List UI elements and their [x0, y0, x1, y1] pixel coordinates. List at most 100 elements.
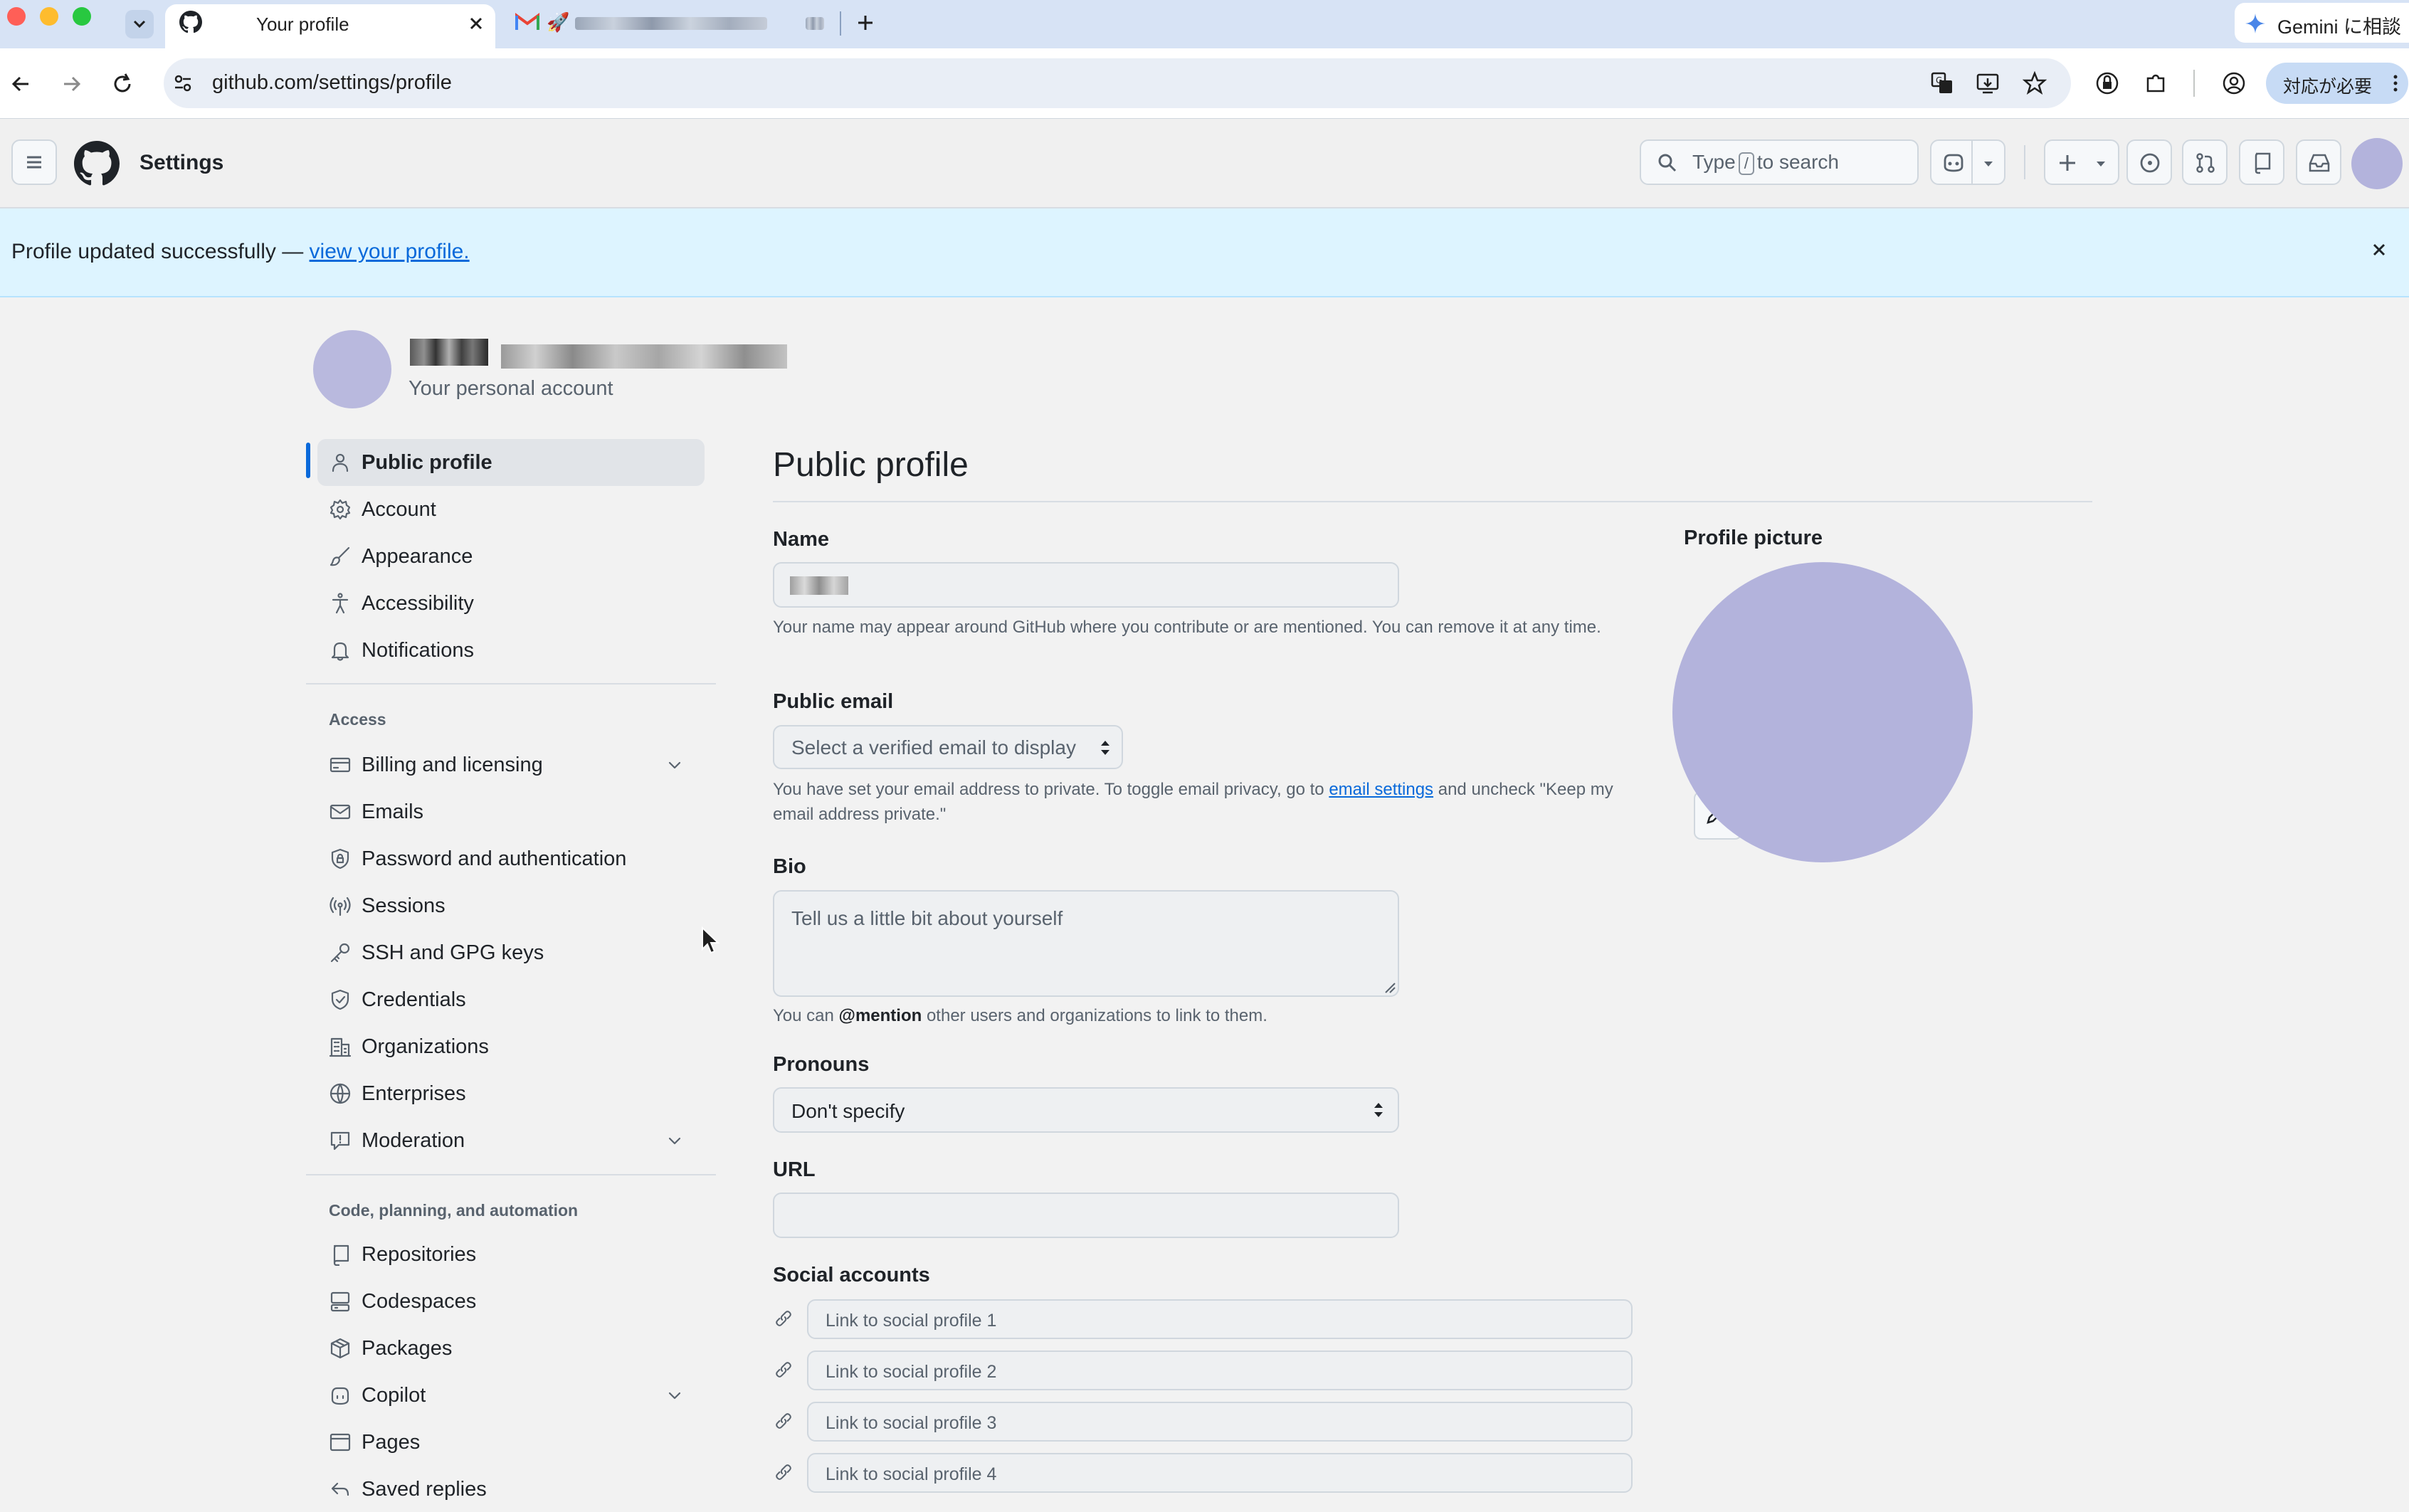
accessibility-icon-wrapper: [329, 592, 352, 615]
social-link-field[interactable]: Link to social profile 1: [807, 1299, 1633, 1339]
extension-lock-icon[interactable]: [2095, 71, 2119, 95]
url-label: URL: [773, 1158, 816, 1181]
social-link-placeholder: Link to social profile 2: [826, 1362, 997, 1382]
account-subtitle: Your personal account: [408, 377, 613, 400]
gemini-button[interactable]: Gemini に相談: [2235, 3, 2409, 43]
shield-check-icon-wrapper: [329, 988, 352, 1011]
repo-icon: [2255, 152, 2271, 174]
sidebar-item-sessions[interactable]: Sessions: [329, 883, 699, 929]
social-link-placeholder: Link to social profile 3: [826, 1413, 997, 1433]
back-arrow-icon[interactable]: [9, 71, 34, 97]
copilot-button[interactable]: [1930, 139, 2005, 185]
forward-arrow-icon[interactable]: [58, 71, 84, 97]
sidebar-item-notifications[interactable]: Notifications: [329, 628, 699, 673]
url-text[interactable]: github.com/settings/profile: [212, 71, 452, 95]
sidebar-item-public-profile[interactable]: Public profile: [329, 440, 699, 485]
redacted-tab-title: [575, 17, 767, 30]
search-input[interactable]: Type / to search: [1640, 139, 1919, 185]
install-app-icon[interactable]: [1976, 71, 2000, 95]
url-field[interactable]: [773, 1193, 1399, 1238]
sidebar-item-pages[interactable]: Pages: [329, 1420, 699, 1465]
account-avatar[interactable]: [313, 330, 391, 408]
repositories-button[interactable]: [2239, 139, 2284, 185]
reply-icon: [331, 1482, 349, 1496]
email-settings-link[interactable]: email settings: [1329, 780, 1433, 799]
name-field[interactable]: [773, 562, 1399, 608]
sidebar-item-accessibility[interactable]: Accessibility: [329, 581, 699, 626]
site-settings-icon[interactable]: [171, 71, 195, 95]
gear-icon-wrapper: [329, 498, 352, 521]
sidebar-item-appearance[interactable]: Appearance: [329, 534, 699, 579]
globe-icon-wrapper: [329, 1082, 352, 1105]
profile-icon[interactable]: [2222, 71, 2246, 95]
tab-title: Your profile: [256, 14, 349, 35]
attention-button[interactable]: 対応が必要: [2266, 63, 2408, 104]
sidebar-item-repositories[interactable]: Repositories: [329, 1232, 699, 1277]
sidebar-item-account[interactable]: Account: [329, 487, 699, 532]
bell-icon: [331, 642, 349, 661]
social-accounts-label: Social accounts: [773, 1264, 930, 1286]
github-logo-icon[interactable]: [74, 141, 120, 186]
user-avatar-button[interactable]: [2351, 138, 2403, 189]
resize-handle-icon[interactable]: [1383, 981, 1396, 994]
social-link-field[interactable]: Link to social profile 3: [807, 1402, 1633, 1442]
extensions-puzzle-icon[interactable]: [2144, 71, 2168, 95]
reload-icon[interactable]: [110, 71, 135, 97]
bookmark-star-icon[interactable]: [2023, 71, 2047, 95]
expand-chevron[interactable]: [663, 1129, 686, 1152]
view-profile-link[interactable]: view your profile.: [310, 240, 470, 263]
create-new-button[interactable]: [2044, 139, 2119, 185]
close-icon[interactable]: [2367, 238, 2391, 262]
tab-divider: [840, 11, 841, 36]
reply-icon-wrapper: [329, 1478, 352, 1501]
pronouns-select[interactable]: Don't specify: [773, 1087, 1399, 1133]
close-window-button[interactable]: [7, 7, 26, 26]
sidebar-item-label: Enterprises: [362, 1082, 466, 1105]
package-icon-wrapper: [329, 1337, 352, 1360]
sidebar-item-codespaces[interactable]: Codespaces: [329, 1279, 699, 1324]
tab-your-profile[interactable]: Your profile: [165, 4, 495, 51]
public-email-select[interactable]: Select a verified email to display: [773, 725, 1123, 769]
toolbar-divider: [2193, 70, 2195, 97]
zoom-window-button[interactable]: [73, 7, 91, 26]
inbox-button[interactable]: [2296, 139, 2341, 185]
sidebar-item-emails[interactable]: Emails: [329, 789, 699, 835]
sidebar-item-password-and-authentication[interactable]: Password and authentication: [329, 836, 699, 882]
translate-icon[interactable]: G: [1930, 71, 1954, 95]
bio-textarea[interactable]: Tell us a little bit about yourself: [773, 890, 1399, 997]
profile-picture[interactable]: [1672, 562, 1973, 862]
plus-icon: [2060, 155, 2075, 171]
social-link-field[interactable]: Link to social profile 4: [807, 1453, 1633, 1493]
sidebar-item-packages[interactable]: Packages: [329, 1326, 699, 1371]
tab-gmail[interactable]: 🚀: [507, 4, 841, 43]
expand-chevron[interactable]: [663, 1384, 686, 1407]
close-tab-icon[interactable]: [467, 14, 485, 33]
sidebar-item-moderation[interactable]: Moderation: [329, 1118, 699, 1163]
caret-down-icon: [1984, 162, 1993, 166]
sidebar-item-enterprises[interactable]: Enterprises: [329, 1071, 699, 1116]
sidebar-item-copilot[interactable]: Copilot: [329, 1373, 699, 1418]
sidebar-item-saved-replies[interactable]: Saved replies: [329, 1466, 699, 1512]
minimize-window-button[interactable]: [40, 7, 58, 26]
gmail-icon: [515, 13, 539, 30]
sidebar-item-credentials[interactable]: Credentials: [329, 977, 699, 1022]
report-icon-wrapper: [329, 1129, 352, 1152]
page-context-title[interactable]: Settings: [139, 151, 223, 175]
sidebar-section-code: Code, planning, and automation: [329, 1201, 579, 1220]
issues-button[interactable]: [2126, 139, 2172, 185]
social-link-placeholder: Link to social profile 4: [826, 1464, 997, 1484]
sidebar-item-ssh-and-gpg-keys[interactable]: SSH and GPG keys: [329, 930, 699, 976]
bell-icon-wrapper: [329, 639, 352, 662]
pull-requests-button[interactable]: [2182, 139, 2228, 185]
sidebar-item-billing-and-licensing[interactable]: Billing and licensing: [329, 742, 699, 788]
shield-lock-icon-wrapper: [329, 847, 352, 870]
expand-chevron[interactable]: [663, 754, 686, 776]
flash-message: Profile updated successfully — view your…: [11, 240, 470, 263]
issue-opened-icon: [2140, 153, 2160, 173]
tab-search-button[interactable]: [125, 10, 154, 38]
sidebar-item-label: Codespaces: [362, 1290, 477, 1313]
sidebar-item-organizations[interactable]: Organizations: [329, 1024, 699, 1069]
social-link-field[interactable]: Link to social profile 2: [807, 1350, 1633, 1390]
new-tab-icon[interactable]: [854, 11, 877, 34]
global-menu-button[interactable]: [11, 139, 57, 185]
